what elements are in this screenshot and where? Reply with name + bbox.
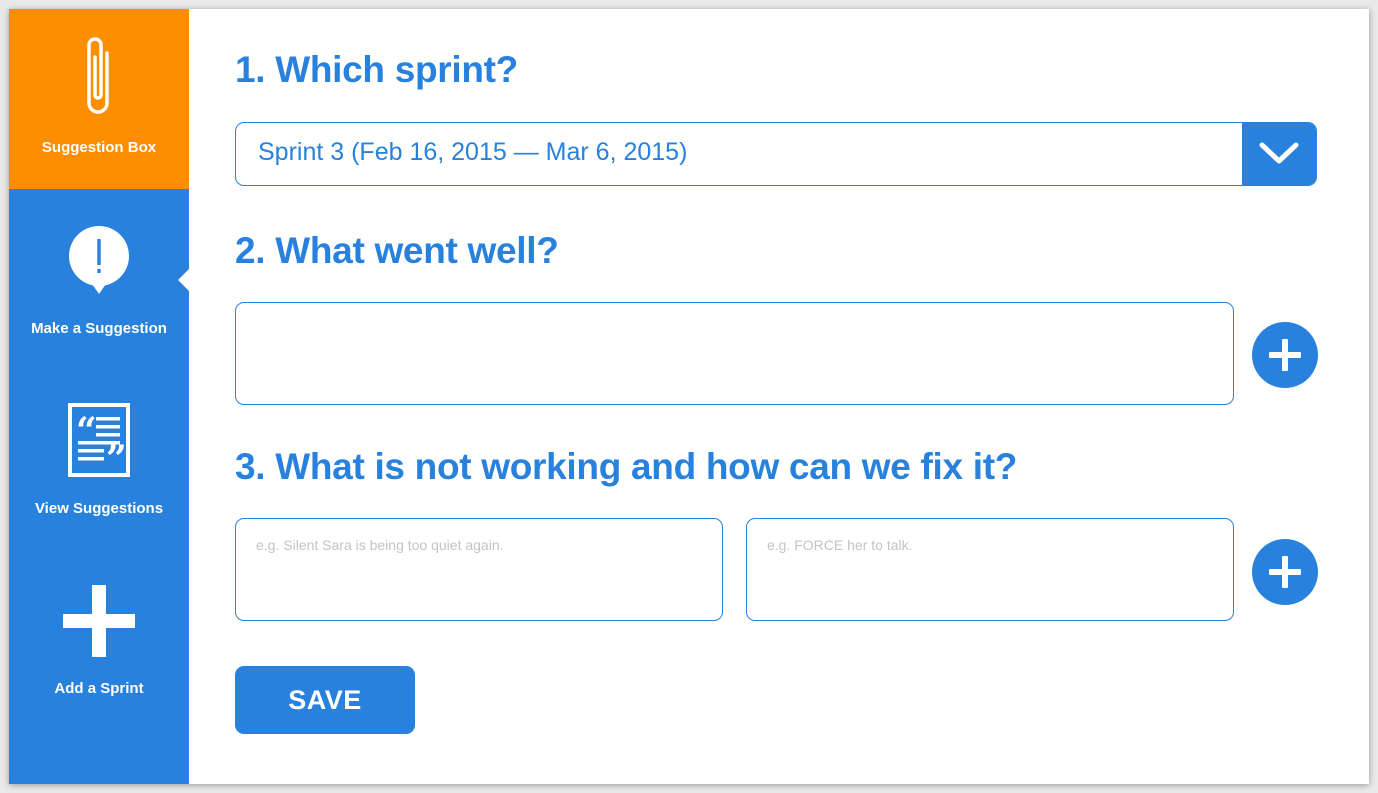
sidebar-item-add-sprint[interactable]: Add a Sprint (9, 549, 189, 729)
sidebar: Suggestion Box Make a Suggestion “ ” Vie… (9, 9, 189, 784)
question-2-heading: 2. What went well? (235, 230, 559, 271)
plus-icon (63, 585, 135, 657)
app-window: Suggestion Box Make a Suggestion “ ” Vie… (9, 9, 1369, 784)
speech-bubble-exclamation-icon (69, 226, 129, 294)
add-went-well-button[interactable] (1252, 322, 1318, 388)
chevron-down-icon (1259, 142, 1299, 164)
paperclip-icon (87, 37, 109, 114)
sidebar-item-view-suggestions[interactable]: “ ” View Suggestions (9, 369, 189, 549)
active-indicator (178, 269, 189, 291)
add-problem-fix-button[interactable] (1252, 539, 1318, 605)
plus-icon (1269, 339, 1301, 371)
sidebar-item-label: Add a Sprint (54, 680, 144, 697)
question-1-heading: 1. Which sprint? (235, 49, 518, 90)
svg-text:“: “ (76, 410, 97, 452)
question-3-heading: 3. What is not working and how can we fi… (235, 446, 1018, 487)
problem-input[interactable] (235, 518, 723, 621)
sprint-select[interactable]: Sprint 3 (Feb 16, 2015 — Mar 6, 2015) (235, 122, 1317, 186)
fix-input[interactable] (746, 518, 1234, 621)
suggestion-form: 1. Which sprint? Sprint 3 (Feb 16, 2015 … (235, 9, 1319, 784)
save-button[interactable]: SAVE (235, 666, 415, 734)
sprint-dropdown-button[interactable] (1242, 123, 1316, 185)
sidebar-item-label: View Suggestions (34, 500, 164, 517)
plus-icon (1269, 556, 1301, 588)
sprint-select-value: Sprint 3 (Feb 16, 2015 — Mar 6, 2015) (258, 138, 688, 166)
quote-document-icon: “ ” (68, 403, 130, 477)
brand[interactable]: Suggestion Box (9, 9, 189, 189)
sidebar-item-make-suggestion[interactable]: Make a Suggestion (9, 189, 189, 369)
sidebar-item-label: Make a Suggestion (31, 320, 167, 337)
brand-label: Suggestion Box (41, 139, 157, 156)
went-well-input[interactable] (235, 302, 1234, 405)
